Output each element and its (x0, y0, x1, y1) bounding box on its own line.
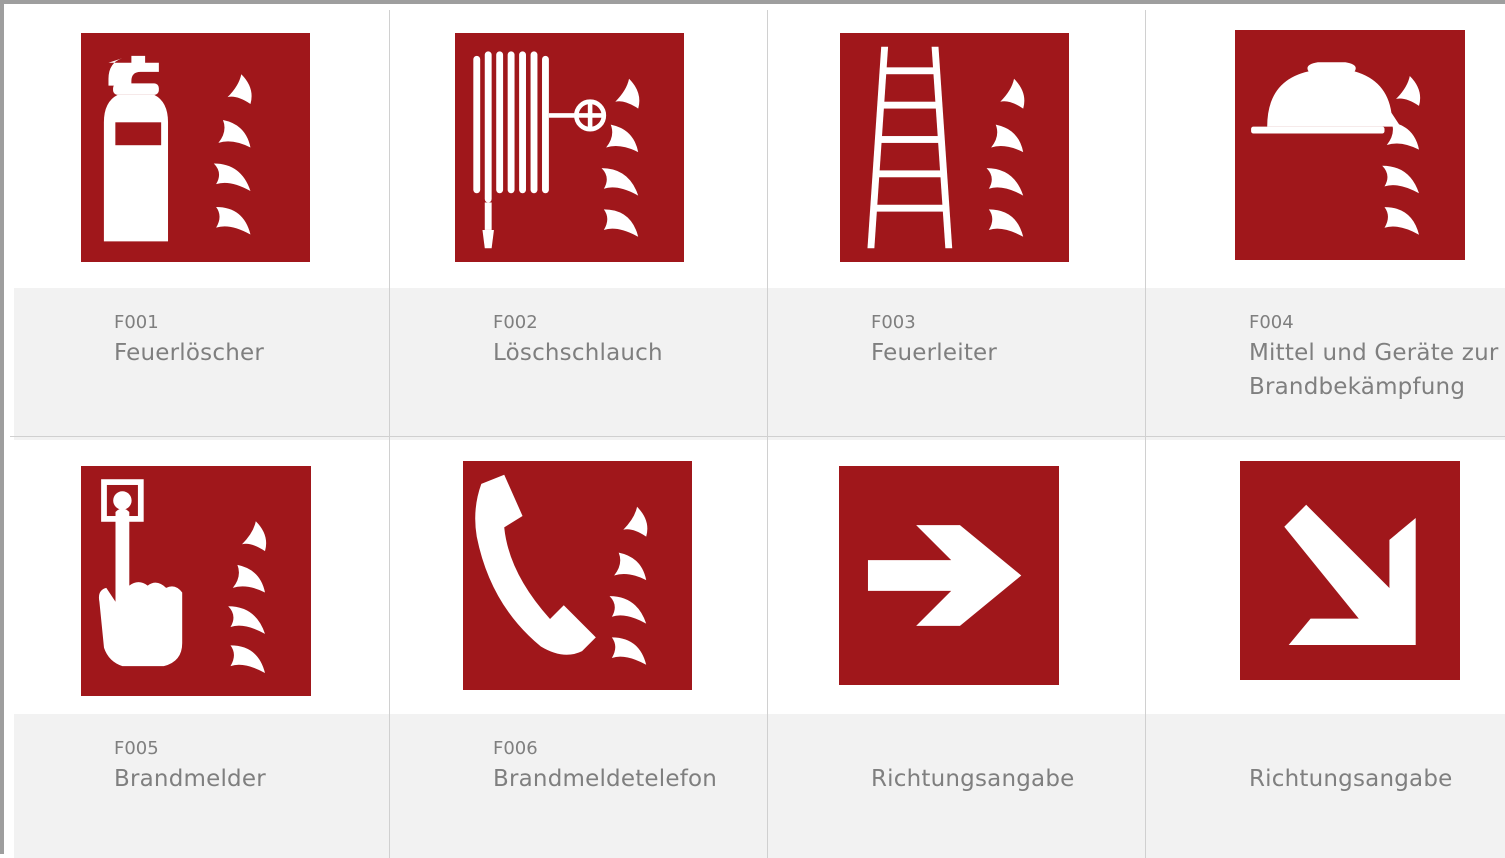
sign-name: Löschschlauch (493, 340, 663, 366)
sign-name: Richtungsangabe (1249, 766, 1453, 792)
grid-divider (767, 10, 768, 858)
sign-card-f002[interactable]: F002 Löschschlauch (393, 14, 771, 440)
sign-code: F002 (493, 312, 538, 333)
grid-divider (1145, 10, 1146, 858)
sign-card-f004[interactable]: F004 Mittel und Geräte zur Brandbekämpfu… (1149, 14, 1505, 440)
grid-divider (10, 436, 1505, 437)
arrow-down-right-icon (1240, 461, 1460, 680)
fire-ladder-icon (840, 33, 1069, 262)
sign-name: Feuerlöscher (114, 340, 264, 366)
sign-card-f005[interactable]: F005 Brandmelder (14, 440, 393, 858)
sign-code: F006 (493, 738, 538, 759)
sign-name: Feuerleiter (871, 340, 998, 366)
sign-name: Mittel und Geräte zur Brandbekämpfung (1249, 340, 1499, 400)
firefighting-equipment-icon (1235, 30, 1465, 260)
sign-card-direction-down-right[interactable]: Richtungsangabe (1149, 440, 1505, 858)
grid-divider (389, 10, 390, 858)
sign-card-f003[interactable]: F003 Feuerleiter (771, 14, 1149, 440)
sign-card-f006[interactable]: F006 Brandmeldetelefon (393, 440, 771, 858)
sign-name: Richtungsangabe (871, 766, 1075, 792)
sign-name: Brandmelder (114, 766, 266, 792)
fire-alarm-call-point-icon (81, 466, 311, 696)
sign-code: F004 (1249, 312, 1294, 333)
fire-emergency-telephone-icon (463, 461, 692, 690)
fire-extinguisher-icon (81, 33, 310, 262)
sign-card-f001[interactable]: F001 Feuerlöscher (14, 14, 393, 440)
sign-code: F003 (871, 312, 916, 333)
fire-hose-icon (455, 33, 684, 262)
sign-code: F005 (114, 738, 159, 759)
sign-card-direction-right[interactable]: Richtungsangabe (771, 440, 1149, 858)
arrow-right-icon (839, 466, 1059, 685)
sign-code: F001 (114, 312, 159, 333)
sign-name: Brandmeldetelefon (493, 766, 718, 792)
sign-grid: F001 Feuerlöscher F002 Löschschlauch F00… (0, 0, 1505, 858)
